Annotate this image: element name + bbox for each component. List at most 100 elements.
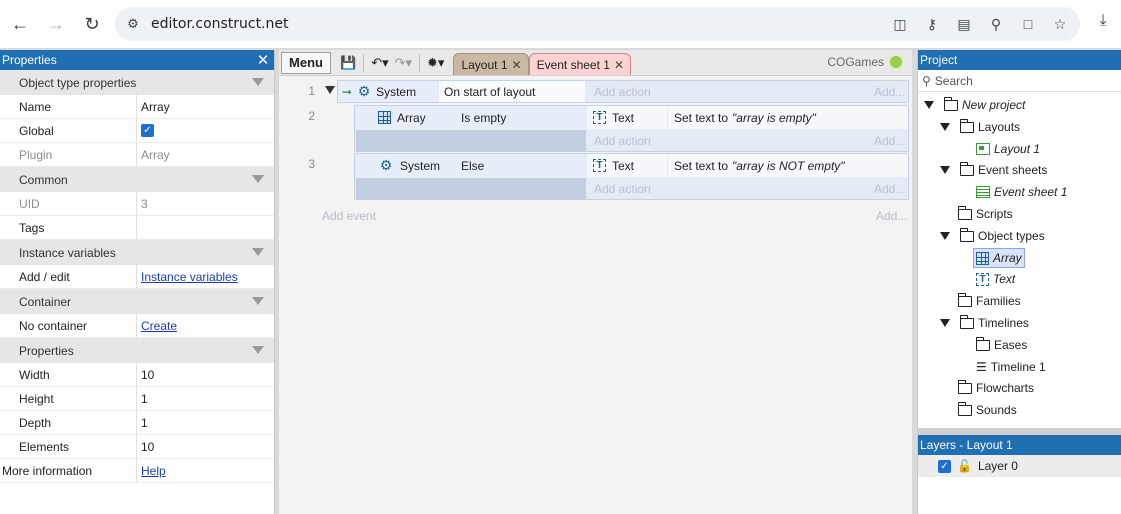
event-3-action[interactable]: Set text to "array is NOT empty" [668,154,908,177]
url-text[interactable]: editor.construct.net [151,16,289,32]
document-icon[interactable]: □ [1018,16,1038,32]
tree-item-object-types[interactable]: Object types [940,226,1045,246]
layer-visible-checkbox[interactable]: ✓ [938,459,951,473]
download-icon[interactable]: ⤓ [1091,12,1115,36]
add-more-link[interactable]: Add... [874,178,905,199]
section-properties[interactable]: Properties [0,338,274,363]
project-title: Project [920,53,958,67]
expand-triangle-icon[interactable] [325,86,335,94]
layout-icon [976,143,990,155]
search-input[interactable]: Search [935,74,973,88]
undo-icon[interactable]: ↶▾ [368,52,391,74]
close-tab-icon[interactable]: ✕ [512,58,522,72]
section-object-type[interactable]: Object type properties [0,70,274,95]
event-2-action-object[interactable]: T Text [587,106,667,129]
add-action-link[interactable]: Add action [594,130,651,151]
collapse-icon[interactable] [252,248,264,256]
event-3-condition[interactable]: Else [455,154,586,177]
key-icon[interactable]: ⚷ [922,16,942,33]
event-2-condition[interactable]: Is empty [455,106,586,129]
site-settings-icon[interactable]: ⚙ [115,16,151,32]
tree-item-sounds[interactable]: Sounds [957,400,1017,420]
tree-item-scripts[interactable]: Scripts [957,204,1013,224]
event-1-object[interactable]: ➞ ⚙ System [339,81,438,102]
project-search[interactable]: ⚲ Search [918,70,1121,92]
prop-row-global[interactable]: Global ✓ [0,119,274,143]
tree-item-timelines[interactable]: Timelines [940,313,1029,333]
debug-icon[interactable]: ✹▾ [424,52,447,74]
project-panel: Project ⚲ Search New project Layouts Lay… [917,50,1121,428]
tree-item-families[interactable]: Families [957,291,1021,311]
instance-variables-link[interactable]: Instance variables [141,270,238,284]
properties-panel: Properties ✕ Object type properties Name… [0,50,275,514]
tree-item-new-project[interactable]: New project [924,95,1025,115]
zoom-icon[interactable]: ⚲ [986,16,1006,33]
panel-splitter[interactable] [917,428,1121,435]
expand-triangle-icon[interactable] [940,232,950,240]
add-event-link[interactable]: Add event [322,206,376,226]
back-icon[interactable]: ← [6,10,34,38]
add-event-more-link[interactable]: Add... [876,206,907,226]
screenshot-icon[interactable]: ◫ [890,16,910,33]
gear-icon: ⚙ [357,83,371,99]
event-2-action[interactable]: Set text to "array is empty" [668,106,908,129]
event-2-object[interactable]: Array [356,106,454,129]
collapse-icon[interactable] [252,297,264,305]
tree-item-flowcharts[interactable]: Flowcharts [957,378,1034,398]
tree-item-event-sheets[interactable]: Event sheets [940,160,1047,180]
event-3-object[interactable]: ⚙ System [356,154,454,177]
tree-item-text[interactable]: T Text [976,269,1015,289]
prop-row-depth[interactable]: Depth 1 [0,411,274,435]
tab-layout-1[interactable]: Layout 1 ✕ [453,53,529,75]
help-link[interactable]: Help [141,464,166,478]
prop-row-tags[interactable]: Tags [0,216,274,240]
close-icon[interactable]: ✕ [256,51,270,69]
expand-triangle-icon[interactable] [940,166,950,174]
event-1-condition[interactable]: On start of layout [439,81,585,102]
forward-icon[interactable]: → [42,10,70,38]
add-more-link[interactable]: Add... [874,81,905,102]
event-number: 1 [308,84,315,98]
tree-item-layouts[interactable]: Layouts [940,117,1020,137]
event-number: 2 [308,109,315,123]
prop-row-plugin: Plugin Array [0,143,274,167]
section-instance-variables[interactable]: Instance variables [0,240,274,265]
event-3-action-object[interactable]: T Text [587,154,667,177]
menu-button[interactable]: Menu [281,51,331,74]
global-checkbox[interactable]: ✓ [141,124,154,137]
prop-row-name[interactable]: Name Array [0,95,274,119]
tree-item-layout-1[interactable]: Layout 1 [976,139,1040,159]
event-list: 1 ➞ ⚙ System On start of layout Add acti… [279,76,912,514]
section-container[interactable]: Container [0,289,274,314]
add-more-link[interactable]: Add... [874,130,905,151]
folder-icon [957,379,972,394]
add-action-link[interactable]: Add action [594,81,651,102]
tree-item-array[interactable]: Array [973,248,1025,268]
star-icon[interactable]: ☆ [1050,16,1070,33]
prop-row-height[interactable]: Height 1 [0,387,274,411]
tree-item-event-sheet-1[interactable]: Event sheet 1 [976,182,1067,202]
lock-icon[interactable]: 🔓 [957,459,972,473]
tree-item-timeline-1[interactable]: ☰ Timeline 1 [976,357,1046,377]
save-icon[interactable]: 💾 [337,52,359,74]
collapse-icon[interactable] [252,78,264,86]
prop-row-width[interactable]: Width 10 [0,363,274,387]
create-container-link[interactable]: Create [141,319,177,333]
redo-icon[interactable]: ↷▾ [392,52,415,74]
install-icon[interactable]: ▤ [954,16,974,33]
toolbar-divider [419,53,421,72]
expand-triangle-icon[interactable] [940,123,950,131]
prop-row-elements[interactable]: Elements 10 [0,435,274,459]
expand-triangle-icon[interactable] [940,319,950,327]
tree-item-eases[interactable]: Eases [975,335,1027,355]
add-action-link[interactable]: Add action [594,178,651,199]
collapse-icon[interactable] [252,175,264,183]
address-bar[interactable]: ⚙ editor.construct.net ◫ ⚷ ▤ ⚲ □ ☆ [115,7,1080,41]
tab-event-sheet-1[interactable]: Event sheet 1 ✕ [528,53,632,75]
collapse-icon[interactable] [252,346,264,354]
layer-row[interactable]: ✓ 🔓 Layer 0 [918,455,1121,477]
close-tab-icon[interactable]: ✕ [614,58,624,72]
section-common[interactable]: Common [0,167,274,192]
expand-triangle-icon[interactable] [924,101,934,109]
reload-icon[interactable]: ↻ [78,10,106,38]
